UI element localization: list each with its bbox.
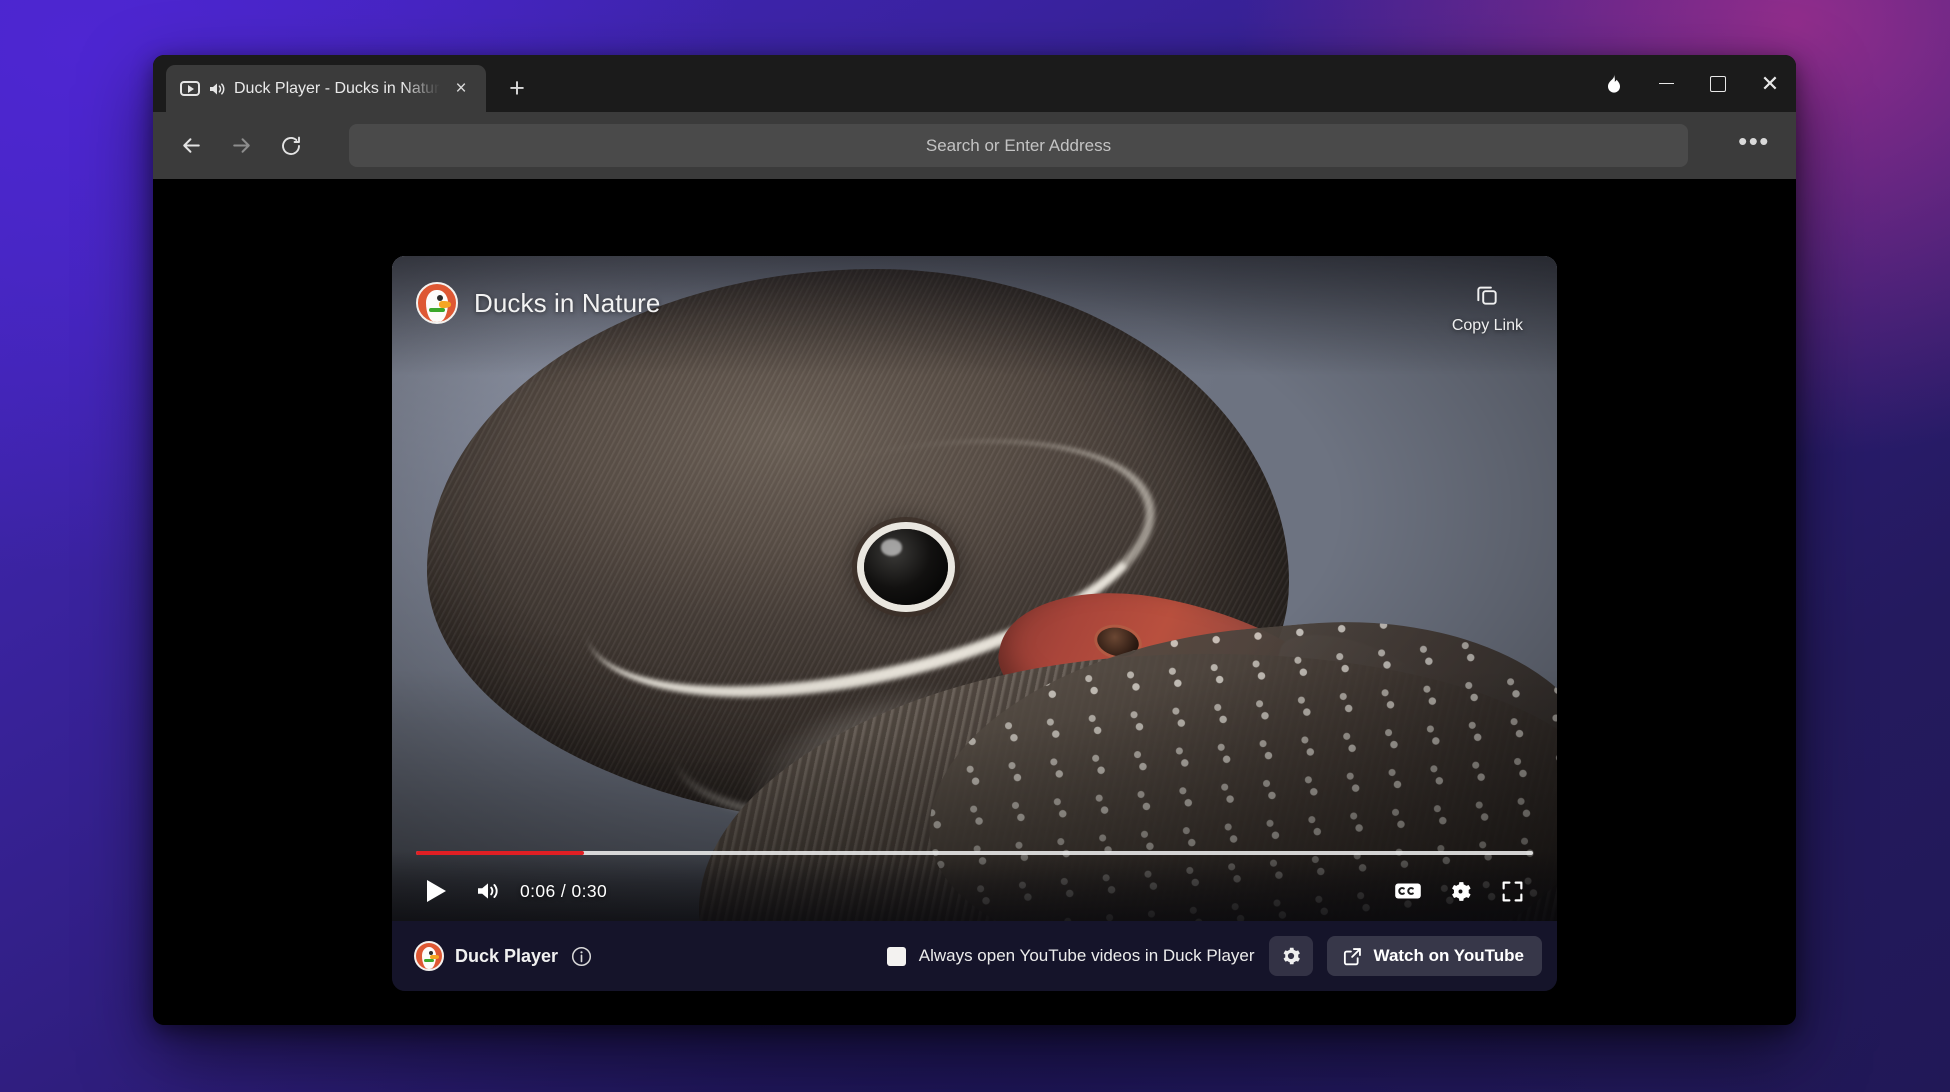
external-link-icon bbox=[1343, 947, 1361, 965]
window-controls: ✕ bbox=[1588, 55, 1796, 112]
minimize-icon[interactable] bbox=[1640, 55, 1692, 112]
always-open-setting[interactable]: Always open YouTube videos in Duck Playe… bbox=[886, 946, 1255, 966]
video-time-display: 0:06 / 0:30 bbox=[520, 880, 608, 901]
fullscreen-icon[interactable] bbox=[1489, 871, 1535, 911]
volume-on-icon[interactable] bbox=[468, 871, 508, 911]
gear-icon[interactable] bbox=[1268, 936, 1313, 976]
tab-title: Duck Player - Ducks in Nature bbox=[234, 79, 440, 97]
watch-on-youtube-label: Watch on YouTube bbox=[1373, 946, 1524, 965]
video-stage[interactable]: Ducks in Nature Copy Link 0:06 / 0:30 bbox=[392, 256, 1557, 921]
ellipsis-icon[interactable]: ••• bbox=[1732, 124, 1776, 168]
closed-captions-icon[interactable] bbox=[1385, 871, 1431, 911]
reload-icon[interactable] bbox=[269, 124, 313, 168]
maximize-icon[interactable] bbox=[1692, 55, 1744, 112]
video-title-group: Ducks in Nature bbox=[416, 282, 660, 324]
duckduckgo-dax-icon bbox=[414, 941, 444, 971]
always-open-checkbox[interactable] bbox=[886, 946, 906, 966]
duck-player-card: Ducks in Nature Copy Link 0:06 / 0:30 Du… bbox=[392, 256, 1557, 991]
play-icon[interactable] bbox=[414, 871, 454, 911]
video-controls-row: 0:06 / 0:30 bbox=[414, 869, 1535, 913]
arrow-right-icon bbox=[219, 124, 263, 168]
gear-icon[interactable] bbox=[1437, 871, 1483, 911]
desktop-background: Duck Player - Ducks in Nature × + ✕ Sear… bbox=[0, 0, 1950, 1092]
always-open-label: Always open YouTube videos in Duck Playe… bbox=[918, 946, 1255, 965]
duck-player-brand: Duck Player bbox=[414, 941, 593, 971]
info-circle-icon[interactable] bbox=[569, 944, 593, 968]
browser-window: Duck Player - Ducks in Nature × + ✕ Sear… bbox=[153, 55, 1796, 1025]
search-input-placeholder: Search or Enter Address bbox=[925, 135, 1112, 155]
speaker-playing-icon[interactable] bbox=[208, 81, 226, 97]
video-top-overlay: Ducks in Nature Copy Link bbox=[392, 256, 1557, 376]
tab-close-icon[interactable]: × bbox=[448, 76, 474, 102]
copy-link-button[interactable]: Copy Link bbox=[1452, 282, 1523, 335]
video-play-icon bbox=[180, 81, 200, 96]
video-title: Ducks in Nature bbox=[474, 287, 661, 318]
page-content: Ducks in Nature Copy Link 0:06 / 0:30 Du… bbox=[153, 179, 1796, 1025]
watch-on-youtube-button[interactable]: Watch on YouTube bbox=[1326, 936, 1542, 976]
video-controls-bar: 0:06 / 0:30 bbox=[392, 851, 1557, 921]
close-icon[interactable]: ✕ bbox=[1744, 55, 1796, 112]
duck-player-footer-actions: Always open YouTube videos in Duck Playe… bbox=[593, 936, 1542, 976]
duck-player-footer: Duck Player Always open YouTube videos i… bbox=[392, 921, 1557, 991]
navigation-toolbar: Search or Enter Address ••• bbox=[153, 112, 1796, 179]
video-progress-scrubber[interactable] bbox=[416, 851, 1533, 855]
browser-tab-duck-player[interactable]: Duck Player - Ducks in Nature × bbox=[166, 65, 486, 112]
new-tab-button[interactable]: + bbox=[496, 67, 538, 109]
arrow-left-icon[interactable] bbox=[169, 124, 213, 168]
copy-icon bbox=[1477, 286, 1498, 305]
copy-link-label: Copy Link bbox=[1451, 317, 1523, 334]
duck-player-label: Duck Player bbox=[455, 945, 559, 966]
fire-button-icon[interactable] bbox=[1588, 55, 1640, 112]
address-bar[interactable]: Search or Enter Address bbox=[349, 124, 1688, 167]
duckduckgo-dax-icon bbox=[416, 282, 458, 324]
video-progress-filled bbox=[416, 851, 584, 855]
tab-strip: Duck Player - Ducks in Nature × + ✕ bbox=[153, 55, 1796, 112]
